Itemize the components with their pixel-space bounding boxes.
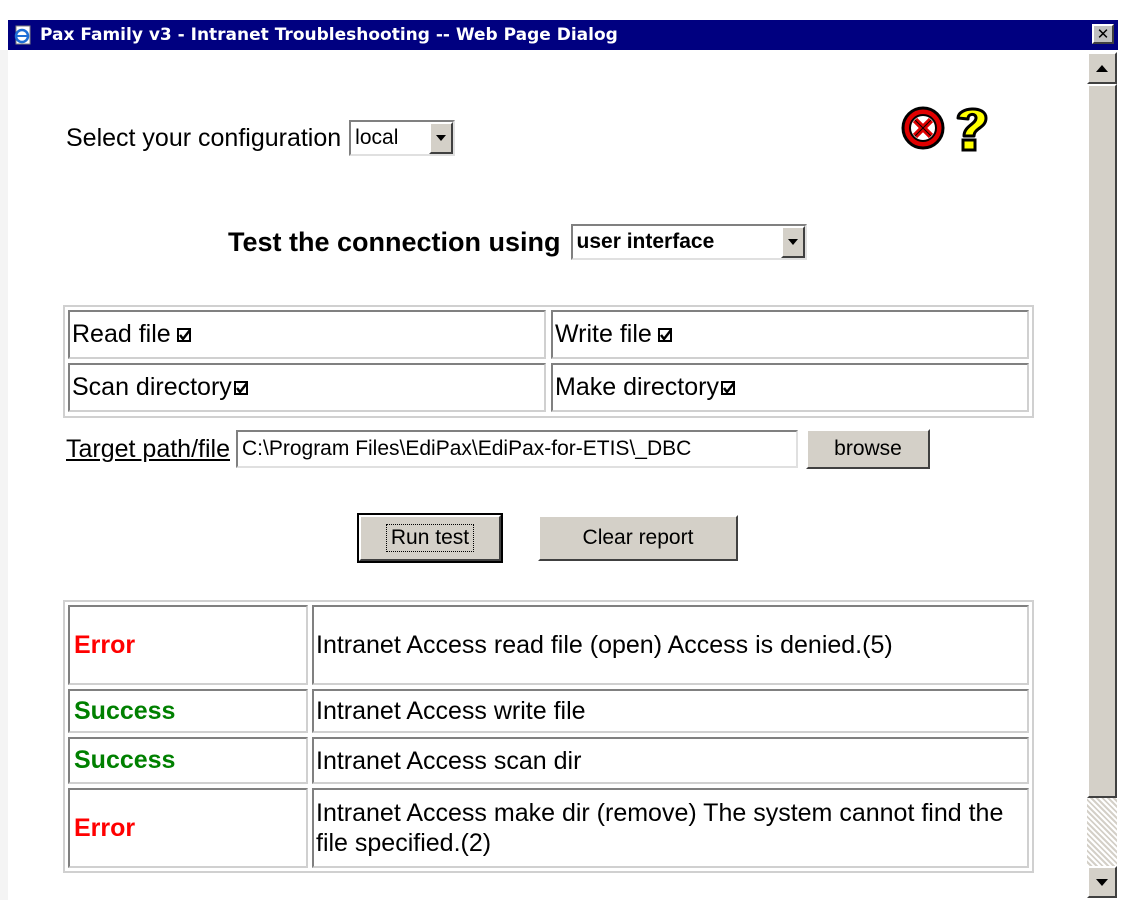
scrollbar-thumb[interactable] (1087, 84, 1117, 798)
config-label: Select your configuration (66, 123, 342, 152)
target-path-input[interactable]: C:\Program Files\EdiPax\EdiPax-for-ETIS\… (236, 430, 798, 468)
header-icons (900, 102, 994, 159)
config-select-value: local (355, 126, 399, 149)
scroll-up-button[interactable] (1087, 52, 1117, 84)
report-table: Error Intranet Access read file (open) A… (63, 600, 1034, 873)
report-status: Success (68, 689, 308, 733)
scroll-down-button[interactable] (1087, 866, 1117, 898)
status-error: Error (74, 813, 136, 842)
title-bar: Pax Family v3 - Intranet Troubleshooting… (8, 20, 1118, 50)
status-success: Success (74, 746, 176, 774)
option-label: Write file (555, 320, 652, 348)
report-status: Error (68, 788, 308, 868)
clear-report-button[interactable]: Clear report (538, 515, 738, 561)
browse-button-label: browse (834, 437, 902, 460)
read-file-checkbox[interactable] (176, 327, 191, 342)
close-button[interactable]: ✕ (1092, 24, 1114, 44)
dialog-window: Pax Family v3 - Intranet Troubleshooting… (0, 0, 1121, 900)
report-status: Success (68, 737, 308, 784)
chevron-down-icon[interactable] (780, 226, 805, 258)
status-success: Success (74, 696, 176, 725)
option-label: Make directory (555, 373, 719, 401)
report-message-text: Intranet Access make dir (remove) The sy… (316, 799, 1004, 857)
status-error: Error (74, 630, 136, 659)
chevron-up-icon (1096, 64, 1108, 72)
option-make-directory: Make directory (551, 363, 1029, 412)
report-message-text: Intranet Access scan dir (316, 746, 582, 775)
write-file-checkbox[interactable] (657, 327, 672, 342)
report-message-text: Intranet Access read file (open) Access … (316, 631, 893, 659)
report-message: Intranet Access scan dir (312, 737, 1029, 784)
make-directory-checkbox[interactable] (720, 380, 735, 395)
error-x-icon[interactable] (900, 105, 946, 156)
target-row: Target path/file C:\Program Files\EdiPax… (66, 429, 930, 469)
connection-row: Test the connection using user interface (228, 224, 807, 260)
target-path-label[interactable]: Target path/file (66, 435, 230, 464)
dialog-content: Select your configuration local Test the… (8, 52, 1087, 898)
window-title: Pax Family v3 - Intranet Troubleshooting… (40, 25, 618, 45)
report-message-text: Intranet Access write file (316, 697, 586, 725)
option-label: Read file (72, 320, 171, 348)
chevron-down-icon[interactable] (429, 122, 454, 154)
option-scan-directory: Scan directory (68, 363, 546, 412)
option-read-file: Read file (68, 310, 546, 359)
clear-report-label: Clear report (582, 526, 694, 549)
config-row: Select your configuration local (66, 120, 456, 156)
question-mark-icon[interactable] (950, 102, 994, 159)
vertical-scrollbar[interactable] (1087, 52, 1117, 898)
report-status: Error (68, 605, 308, 685)
run-test-label: Run test (385, 524, 475, 552)
window-left-edge (0, 50, 8, 900)
run-test-button[interactable]: Run test (357, 513, 503, 563)
options-table: Read file Write file Scan directory Make… (63, 305, 1034, 418)
scan-directory-checkbox[interactable] (233, 380, 248, 395)
config-select[interactable]: local (349, 120, 456, 156)
report-message: Intranet Access write file (312, 689, 1029, 733)
connection-select[interactable]: user interface (570, 224, 807, 260)
connection-label: Test the connection using (228, 226, 561, 257)
chevron-down-icon (1096, 878, 1108, 886)
option-label: Scan directory (72, 373, 232, 401)
connection-select-value: user interface (576, 230, 715, 253)
report-message: Intranet Access make dir (remove) The sy… (312, 788, 1029, 868)
option-write-file: Write file (551, 310, 1029, 359)
close-icon: ✕ (1096, 24, 1110, 43)
scrollbar-track[interactable] (1087, 798, 1117, 866)
ie-page-icon (12, 24, 34, 46)
browse-button[interactable]: browse (806, 429, 930, 469)
report-message: Intranet Access read file (open) Access … (312, 605, 1029, 685)
